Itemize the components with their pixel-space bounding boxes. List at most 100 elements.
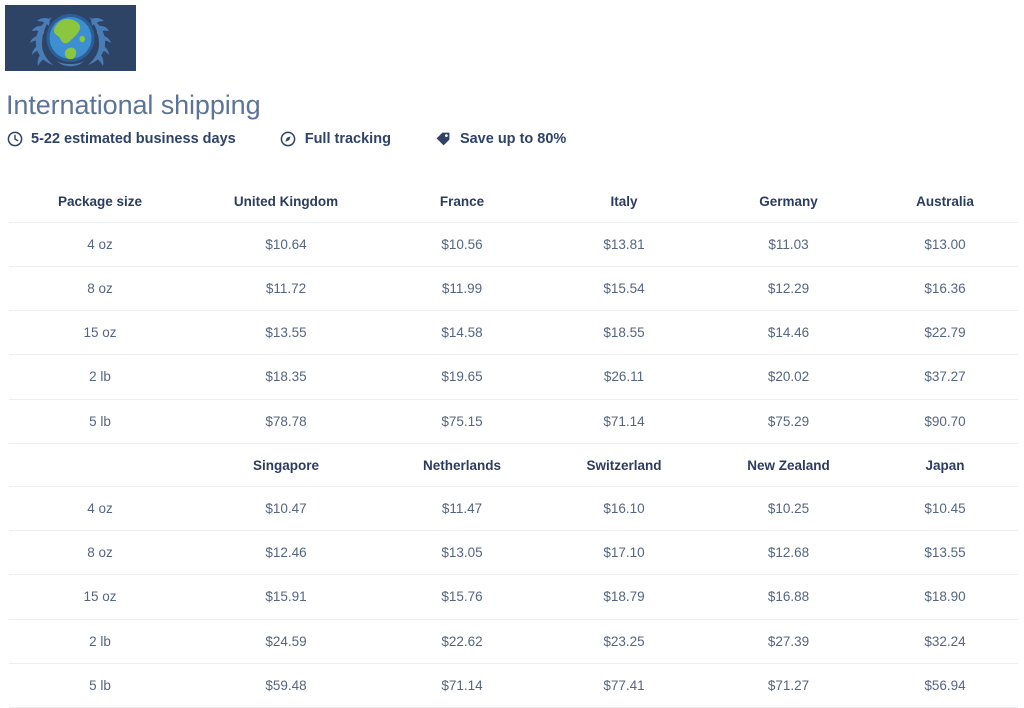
cell-package-size: 4 oz <box>9 222 191 268</box>
cell-package-size: 8 oz <box>9 266 191 312</box>
table-row: 8 oz $11.72 $11.99 $15.54 $12.29 $16.36 <box>9 266 1018 312</box>
cell-price: $71.27 <box>705 663 872 708</box>
globe-wreath-icon <box>5 5 136 71</box>
cell-price: $11.03 <box>705 222 872 268</box>
cell-price: $12.29 <box>705 266 872 312</box>
cell-price: $78.78 <box>191 399 381 444</box>
cell-price: $16.10 <box>543 486 705 532</box>
cell-price: $11.72 <box>191 266 381 312</box>
cell-price: $27.39 <box>705 619 872 664</box>
cell-package-size: 5 lb <box>9 663 191 708</box>
column-header-singapore: Singapore <box>191 443 381 487</box>
cell-price: $19.65 <box>381 354 543 400</box>
cell-price: $13.55 <box>872 530 1018 576</box>
column-header-italy: Italy <box>543 180 705 223</box>
cell-price: $18.79 <box>543 574 705 620</box>
table-row: 4 oz $10.47 $11.47 $16.10 $10.25 $10.45 <box>9 486 1018 532</box>
cell-price: $15.54 <box>543 266 705 312</box>
cell-price: $14.46 <box>705 310 872 356</box>
rate-table-group-1: Package size United Kingdom France Italy… <box>9 180 1018 444</box>
cell-price: $71.14 <box>381 663 543 708</box>
table-row: 5 lb $59.48 $71.14 $77.41 $71.27 $56.94 <box>9 663 1018 708</box>
cell-package-size: 8 oz <box>9 530 191 576</box>
column-header-japan: Japan <box>872 443 1018 487</box>
cell-price: $77.41 <box>543 663 705 708</box>
column-header-united-kingdom: United Kingdom <box>191 180 381 223</box>
table-header-row: Singapore Netherlands Switzerland New Ze… <box>9 443 1018 487</box>
cell-price: $10.47 <box>191 486 381 532</box>
cell-package-size: 2 lb <box>9 619 191 664</box>
cell-price: $18.90 <box>872 574 1018 620</box>
cell-price: $12.46 <box>191 530 381 576</box>
column-header-empty <box>9 443 191 487</box>
site-logo <box>5 5 136 71</box>
cell-price: $13.05 <box>381 530 543 576</box>
table-row: 4 oz $10.64 $10.56 $13.81 $11.03 $13.00 <box>9 222 1018 268</box>
cell-price: $18.55 <box>543 310 705 356</box>
cell-package-size: 2 lb <box>9 354 191 400</box>
cell-price: $10.25 <box>705 486 872 532</box>
column-header-germany: Germany <box>705 180 872 223</box>
table-row: 15 oz $13.55 $14.58 $18.55 $14.46 $22.79 <box>9 310 1018 356</box>
cell-price: $15.76 <box>381 574 543 620</box>
cell-price: $24.59 <box>191 619 381 664</box>
cell-price: $75.29 <box>705 399 872 444</box>
column-header-switzerland: Switzerland <box>543 443 705 487</box>
cell-price: $71.14 <box>543 399 705 444</box>
column-header-package-size: Package size <box>9 180 191 223</box>
cell-price: $26.11 <box>543 354 705 400</box>
column-header-netherlands: Netherlands <box>381 443 543 487</box>
cell-price: $11.99 <box>381 266 543 312</box>
cell-price: $37.27 <box>872 354 1018 400</box>
cell-price: $56.94 <box>872 663 1018 708</box>
cell-price: $22.79 <box>872 310 1018 356</box>
feature-badges: 5-22 estimated business days Full tracki… <box>6 128 1024 150</box>
rate-table-group-2: Singapore Netherlands Switzerland New Ze… <box>9 443 1018 708</box>
table-row: 5 lb $78.78 $75.15 $71.14 $75.29 $90.70 <box>9 399 1018 444</box>
cell-price: $10.45 <box>872 486 1018 532</box>
cell-package-size: 5 lb <box>9 399 191 444</box>
cell-price: $13.00 <box>872 222 1018 268</box>
shipping-rate-tables: Package size United Kingdom France Italy… <box>0 180 1024 708</box>
cell-price: $10.56 <box>381 222 543 268</box>
cell-price: $14.58 <box>381 310 543 356</box>
cell-price: $18.35 <box>191 354 381 400</box>
clock-icon <box>6 130 23 147</box>
feature-label: Save up to 80% <box>459 130 567 147</box>
cell-price: $13.81 <box>543 222 705 268</box>
cell-price: $75.15 <box>381 399 543 444</box>
feature-tracking: Full tracking <box>280 130 391 147</box>
feature-savings: Save up to 80% <box>435 130 566 147</box>
cell-package-size: 15 oz <box>9 310 191 356</box>
cell-price: $16.88 <box>705 574 872 620</box>
cell-price: $32.24 <box>872 619 1018 664</box>
cell-price: $59.48 <box>191 663 381 708</box>
cell-price: $11.47 <box>381 486 543 532</box>
cell-price: $15.91 <box>191 574 381 620</box>
table-row: 2 lb $18.35 $19.65 $26.11 $20.02 $37.27 <box>9 354 1018 400</box>
cell-price: $22.62 <box>381 619 543 664</box>
feature-label: 5-22 estimated business days <box>31 130 236 147</box>
compass-icon <box>280 130 297 147</box>
feature-delivery-time: 5-22 estimated business days <box>6 130 236 147</box>
cell-price: $90.70 <box>872 399 1018 444</box>
table-row: 2 lb $24.59 $22.62 $23.25 $27.39 $32.24 <box>9 619 1018 664</box>
table-row: 15 oz $15.91 $15.76 $18.79 $16.88 $18.90 <box>9 574 1018 620</box>
cell-price: $12.68 <box>705 530 872 576</box>
feature-label: Full tracking <box>304 130 391 147</box>
column-header-new-zealand: New Zealand <box>705 443 872 487</box>
column-header-france: France <box>381 180 543 223</box>
cell-price: $16.36 <box>872 266 1018 312</box>
cell-price: $10.64 <box>191 222 381 268</box>
cell-package-size: 15 oz <box>9 574 191 620</box>
tag-icon <box>435 130 452 147</box>
page-title: International shipping <box>6 90 261 120</box>
cell-package-size: 4 oz <box>9 486 191 532</box>
table-row: 8 oz $12.46 $13.05 $17.10 $12.68 $13.55 <box>9 530 1018 576</box>
cell-price: $17.10 <box>543 530 705 576</box>
column-header-australia: Australia <box>872 180 1018 223</box>
cell-price: $13.55 <box>191 310 381 356</box>
cell-price: $23.25 <box>543 619 705 664</box>
cell-price: $20.02 <box>705 354 872 400</box>
table-header-row: Package size United Kingdom France Italy… <box>9 180 1018 223</box>
